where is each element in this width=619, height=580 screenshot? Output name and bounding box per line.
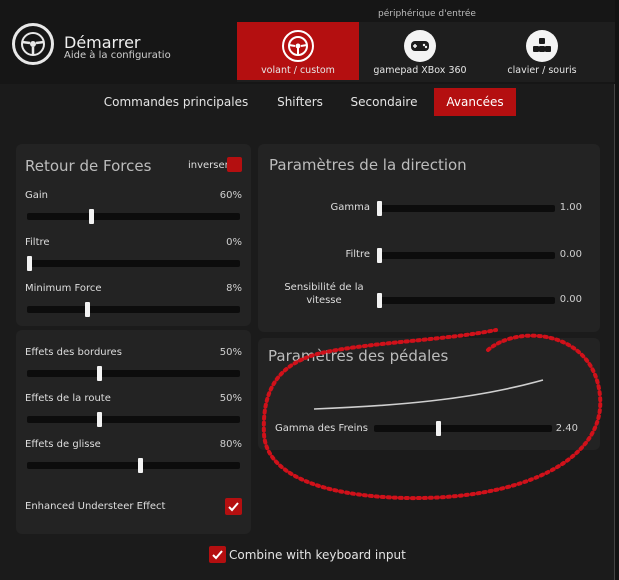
device-wheel-label: volant / custom: [261, 65, 335, 76]
steering-filter-label: Filtre: [345, 249, 370, 260]
minimum-force-value: 8%: [226, 283, 242, 294]
slip-effects-slider-thumb[interactable]: [138, 458, 143, 473]
gain-slider-thumb[interactable]: [89, 209, 94, 224]
force-feedback-panel: Retour de Forces inverser Gain 60% Filtr…: [16, 144, 251, 326]
app-window: Démarrer Aide à la configuratio périphér…: [0, 0, 615, 580]
tab-main-controls[interactable]: Commandes principales: [98, 88, 254, 116]
device-wheel-button[interactable]: volant / custom: [237, 22, 359, 80]
steering-gamma-slider[interactable]: [377, 201, 555, 216]
invert-checkbox[interactable]: [227, 157, 242, 172]
steering-panel: Paramètres de la direction Gamma 1.00 Fi…: [258, 144, 600, 332]
speed-sensitivity-slider-thumb[interactable]: [377, 293, 382, 308]
minimum-force-slider[interactable]: [27, 302, 240, 317]
combine-checkbox[interactable]: [209, 546, 226, 563]
device-selector: volant / custom gamepad XBox 360 clavier…: [237, 22, 615, 82]
check-icon: [228, 502, 239, 512]
device-section-title: périphérique d'entrée: [378, 9, 476, 19]
steering-gamma-value: 1.00: [559, 202, 582, 213]
gain-value: 60%: [219, 190, 242, 201]
minimum-force-label: Minimum Force: [25, 283, 102, 294]
device-keyboard-button[interactable]: clavier / souris: [481, 22, 603, 80]
speed-sensitivity-value: 0.00: [559, 294, 582, 305]
tab-advanced[interactable]: Avancées: [434, 88, 516, 116]
invert-label: inverser: [188, 160, 229, 171]
gamepad-icon: [404, 30, 436, 62]
device-gamepad-label: gamepad XBox 360: [373, 65, 467, 76]
slip-effects-value: 80%: [219, 439, 242, 450]
border-effects-slider-thumb[interactable]: [97, 366, 102, 381]
gain-label: Gain: [25, 190, 48, 201]
filter-slider-thumb[interactable]: [27, 256, 32, 271]
filter-slider[interactable]: [27, 256, 240, 271]
steering-wheel-logo-icon: [12, 23, 54, 65]
speed-sensitivity-label: Sensibilité de la vitesse: [284, 282, 364, 306]
speed-sensitivity-slider[interactable]: [377, 293, 555, 308]
check-icon: [212, 550, 223, 560]
border-effects-label: Effets des bordures: [25, 347, 122, 358]
border-effects-slider[interactable]: [27, 366, 240, 381]
steering-gamma-label: Gamma: [330, 202, 371, 213]
effects-panel: Effets des bordures 50% Effets de la rou…: [16, 330, 251, 534]
minimum-force-slider-thumb[interactable]: [85, 302, 90, 317]
understeer-label: Enhanced Understeer Effect: [25, 501, 166, 512]
steering-wheel-icon: [282, 30, 314, 62]
tab-secondary[interactable]: Secondaire: [342, 88, 426, 116]
steering-filter-value: 0.00: [559, 249, 582, 260]
device-gamepad-button[interactable]: gamepad XBox 360: [359, 22, 481, 80]
filter-value: 0%: [226, 237, 242, 248]
red-annotation-circle: [261, 328, 603, 501]
tab-shifters[interactable]: Shifters: [264, 88, 336, 116]
border-effects-value: 50%: [219, 347, 242, 358]
road-effects-label: Effets de la route: [25, 393, 111, 404]
device-keyboard-label: clavier / souris: [507, 65, 577, 76]
tab-bar: Commandes principales Shifters Secondair…: [0, 88, 615, 118]
combine-label: Combine with keyboard input: [229, 548, 406, 562]
road-effects-slider-thumb[interactable]: [97, 412, 102, 427]
steering-filter-slider[interactable]: [377, 248, 555, 263]
understeer-checkbox[interactable]: [225, 498, 242, 515]
steering-gamma-slider-thumb[interactable]: [377, 201, 382, 216]
app-subtitle: Aide à la configuratio: [64, 50, 171, 61]
slip-effects-slider[interactable]: [27, 458, 240, 473]
slip-effects-label: Effets de glisse: [25, 439, 101, 450]
header: Démarrer Aide à la configuratio périphér…: [0, 0, 615, 84]
keyboard-icon: [526, 30, 558, 62]
filter-label: Filtre: [25, 237, 50, 248]
gain-slider[interactable]: [27, 209, 240, 224]
road-effects-slider[interactable]: [27, 412, 240, 427]
steering-title: Paramètres de la direction: [269, 156, 467, 174]
force-feedback-title: Retour de Forces: [25, 157, 152, 175]
steering-filter-slider-thumb[interactable]: [377, 248, 382, 263]
road-effects-value: 50%: [219, 393, 242, 404]
